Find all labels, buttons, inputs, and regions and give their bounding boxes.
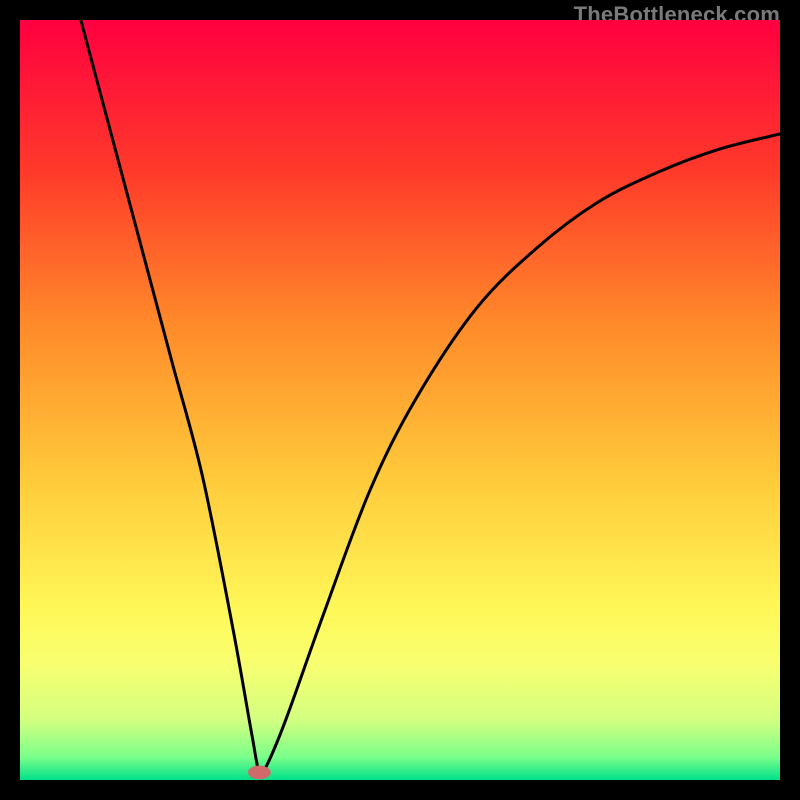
chart-frame: TheBottleneck.com [0, 0, 800, 800]
curve-layer [20, 20, 780, 780]
bottleneck-curve [81, 20, 780, 775]
optimum-marker [248, 766, 271, 780]
plot-area [20, 20, 780, 780]
